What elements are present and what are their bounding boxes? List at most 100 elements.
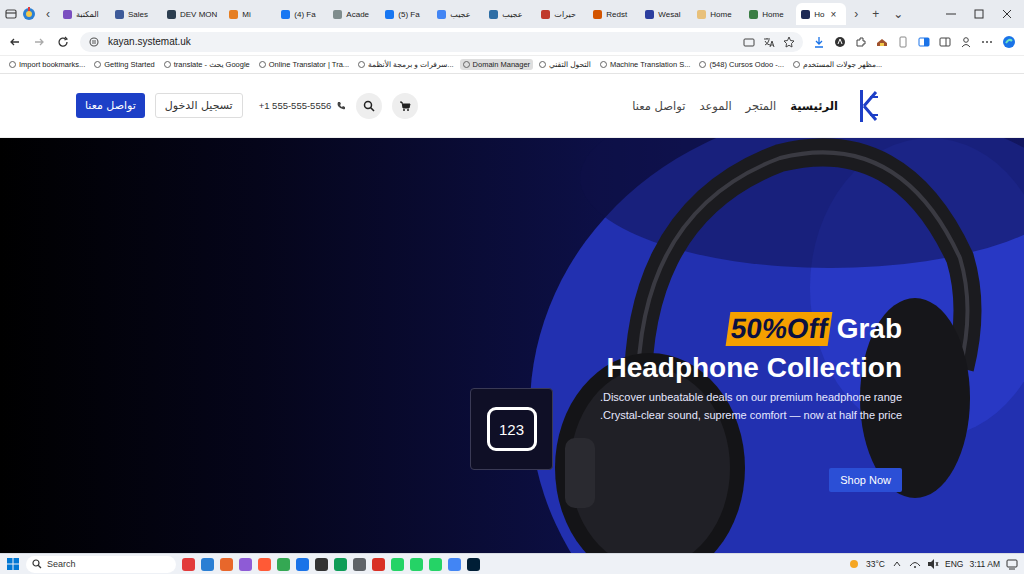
browser-tab[interactable]: Sales bbox=[110, 3, 160, 25]
site-info-icon[interactable] bbox=[88, 36, 100, 48]
weather-reading[interactable]: 33°C bbox=[866, 559, 885, 569]
phone-number[interactable]: +1 555-555-5556 bbox=[259, 100, 347, 111]
browser-tab[interactable]: عجيب bbox=[484, 3, 534, 25]
bookmark-item[interactable]: مظهر جولات المستخدم... bbox=[790, 59, 885, 70]
split-screen-icon[interactable] bbox=[918, 36, 930, 48]
back-icon[interactable] bbox=[8, 35, 22, 49]
taskbar-app-icon[interactable] bbox=[353, 558, 366, 571]
taskbar-search[interactable]: Search bbox=[26, 556, 176, 573]
browser-tab[interactable]: (5) Fa bbox=[380, 3, 430, 25]
sidebar-icon[interactable] bbox=[939, 36, 951, 48]
tab-actions-icon[interactable] bbox=[4, 7, 18, 21]
notifications-icon[interactable] bbox=[1006, 558, 1018, 570]
cart-button[interactable] bbox=[392, 93, 418, 119]
browser-tab[interactable]: (4) Fa bbox=[276, 3, 326, 25]
taskbar-app-icon[interactable] bbox=[315, 558, 328, 571]
clock[interactable]: 3:11 AM bbox=[969, 559, 1000, 569]
taskbar-app-icon[interactable] bbox=[296, 558, 309, 571]
tab-label: (5) Fa bbox=[398, 10, 419, 19]
tab-close[interactable]: × bbox=[831, 9, 837, 20]
bookmark-item[interactable]: Getting Started bbox=[91, 59, 157, 70]
wifi-icon[interactable] bbox=[909, 558, 921, 570]
minimize-icon[interactable] bbox=[938, 7, 964, 21]
windows-start-icon[interactable] bbox=[6, 557, 20, 571]
tab-scroll-left[interactable]: ‹ bbox=[40, 7, 56, 21]
url-text[interactable]: kayan.systemat.uk bbox=[108, 36, 191, 47]
read-mode-icon[interactable] bbox=[743, 36, 755, 48]
contact-button[interactable]: تواصل معنا bbox=[76, 93, 145, 118]
maximize-icon[interactable] bbox=[966, 7, 992, 21]
counter-widget[interactable]: 123 bbox=[470, 388, 553, 470]
browser-tab[interactable]: Ho× bbox=[796, 3, 846, 25]
copilot-icon[interactable] bbox=[1002, 35, 1016, 49]
browser-tab[interactable]: Mi bbox=[224, 3, 274, 25]
bookmark-item[interactable]: التحول التقني bbox=[536, 59, 594, 70]
reload-icon[interactable] bbox=[56, 35, 70, 49]
taskbar-app-icon[interactable] bbox=[467, 558, 480, 571]
volume-muted-icon[interactable] bbox=[927, 558, 939, 570]
tray-expand-icon[interactable] bbox=[891, 558, 903, 570]
search-button[interactable] bbox=[356, 93, 382, 119]
bookmark-item[interactable]: (548) Cursos Odoo -... bbox=[696, 59, 787, 70]
hero-subtitle: .Discover unbeatable deals on our premiu… bbox=[600, 388, 902, 406]
download-icon[interactable] bbox=[813, 36, 825, 48]
shop-now-button[interactable]: Shop Now bbox=[829, 468, 902, 492]
taskbar-app-icon[interactable] bbox=[334, 558, 347, 571]
new-tab-button[interactable]: + bbox=[866, 7, 885, 21]
browser-tab[interactable]: DEV MON bbox=[162, 3, 222, 25]
tab-list-button[interactable]: ⌄ bbox=[887, 7, 909, 21]
browser-tab[interactable]: حيرات bbox=[536, 3, 586, 25]
extension-home-icon[interactable] bbox=[876, 36, 888, 48]
input-language[interactable]: ENG bbox=[945, 559, 963, 569]
taskbar-app-icon[interactable] bbox=[448, 558, 461, 571]
close-window-icon[interactable] bbox=[994, 7, 1020, 21]
browser-tab[interactable]: عجيب bbox=[432, 3, 482, 25]
menu-icon[interactable] bbox=[981, 36, 993, 48]
workspace-logo-icon[interactable] bbox=[20, 5, 38, 23]
nav-item[interactable]: الرئيسية bbox=[790, 99, 838, 113]
bookmark-globe-icon bbox=[539, 61, 546, 68]
taskbar-app-icon[interactable] bbox=[220, 558, 233, 571]
site-logo-icon[interactable] bbox=[858, 88, 880, 124]
taskbar-app-icon[interactable] bbox=[201, 558, 214, 571]
tab-favicon-icon bbox=[167, 10, 176, 19]
profile-a-icon[interactable] bbox=[834, 36, 846, 48]
url-field[interactable]: kayan.systemat.uk bbox=[80, 32, 803, 52]
browser-tab[interactable]: Home bbox=[744, 3, 794, 25]
taskbar-app-icon[interactable] bbox=[182, 558, 195, 571]
taskbar-app-icon[interactable] bbox=[239, 558, 252, 571]
login-button[interactable]: تسجيل الدخول bbox=[155, 93, 243, 118]
bookmark-item[interactable]: Machine Translation S... bbox=[597, 59, 693, 70]
phone-link-icon[interactable] bbox=[897, 36, 909, 48]
bookmark-item[interactable]: Domain Manager bbox=[460, 59, 534, 70]
tab-bar: ‹المكتبةSalesDEV MONMi(4) FaAcade (5) Fa ع… bbox=[0, 0, 1024, 28]
tab-label: Home bbox=[710, 10, 731, 19]
bookmark-globe-icon bbox=[164, 61, 171, 68]
tab-scroll-right[interactable]: › bbox=[848, 7, 864, 21]
taskbar-app-icon[interactable] bbox=[277, 558, 290, 571]
bookmark-item[interactable]: translate - يحث Google bbox=[161, 59, 253, 70]
favorite-star-icon[interactable] bbox=[783, 36, 795, 48]
browser-tab[interactable]: Wesal bbox=[640, 3, 690, 25]
profile-icon[interactable] bbox=[960, 36, 972, 48]
browser-tab[interactable]: Redst bbox=[588, 3, 638, 25]
translate-icon[interactable] bbox=[763, 36, 775, 48]
taskbar-app-icon[interactable] bbox=[410, 558, 423, 571]
nav-item[interactable]: المتجر bbox=[746, 99, 777, 113]
nav-item[interactable]: تواصل معنا bbox=[632, 99, 685, 113]
nav-item[interactable]: الموعد bbox=[699, 99, 731, 113]
bookmark-item[interactable]: Online Translator | Tra... bbox=[256, 59, 352, 70]
extension-icon[interactable] bbox=[855, 36, 867, 48]
taskbar-app-icon[interactable] bbox=[429, 558, 442, 571]
browser-tab[interactable]: المكتبة bbox=[58, 3, 108, 25]
bookmark-globe-icon bbox=[9, 61, 16, 68]
taskbar-app-icon[interactable] bbox=[372, 558, 385, 571]
bookmark-item[interactable]: سرفرات و برمجة الأنظمة... bbox=[355, 59, 457, 70]
browser-tab[interactable]: Acade bbox=[328, 3, 378, 25]
taskbar: Search 33°C ENG 3:11 AM bbox=[0, 553, 1024, 574]
taskbar-app-icon[interactable] bbox=[391, 558, 404, 571]
taskbar-app-icon[interactable] bbox=[258, 558, 271, 571]
bookmark-label: Import bookmarks... bbox=[19, 60, 85, 69]
browser-tab[interactable]: Home bbox=[692, 3, 742, 25]
bookmark-item[interactable]: Import bookmarks... bbox=[6, 59, 88, 70]
